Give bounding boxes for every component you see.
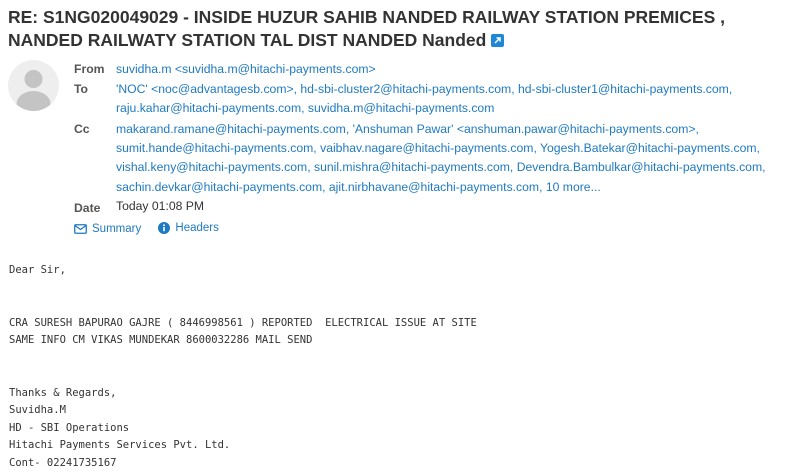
cc-recipient[interactable]: makarand.ramane@hitachi-payments.com, — [116, 122, 349, 136]
recipient[interactable]: 'NOC' <noc@advantagesb.com>, — [116, 82, 297, 96]
from-value: suvidha.m <suvidha.m@hitachi-payments.co… — [116, 60, 800, 79]
cc-recipient[interactable]: sunil.mishra@hitachi-payments.com, — [314, 160, 513, 174]
recipient[interactable]: hd-sbi-cluster1@hitachi-payments.com, — [518, 82, 732, 96]
summary-label: Summary — [92, 223, 142, 235]
cc-recipient[interactable]: vishal.keny@hitachi-payments.com, — [116, 160, 311, 174]
cc-recipient[interactable]: sumit.hande@hitachi-payments.com, — [116, 141, 317, 155]
cc-recipient[interactable]: ajit.nirbhavane@hitachi-payments.com, — [329, 180, 543, 194]
summary-link[interactable]: Summary — [74, 223, 141, 235]
cc-recipients: makarand.ramane@hitachi-payments.com, 'A… — [116, 120, 800, 197]
recipient[interactable]: hd-sbi-cluster2@hitachi-payments.com, — [300, 82, 514, 96]
date-label: Date — [74, 201, 101, 215]
cc-more-link[interactable]: 10 more... — [546, 180, 601, 194]
from-address[interactable]: suvidha.m <suvidha.m@hitachi-payments.co… — [116, 62, 376, 76]
headers-label: Headers — [175, 222, 219, 234]
info-icon — [158, 222, 171, 234]
envelope-icon — [74, 224, 87, 234]
cc-recipient[interactable]: 'Anshuman Pawar' <anshuman.pawar@hitachi… — [353, 122, 699, 136]
cc-label: Cc — [74, 122, 90, 136]
cc-recipient[interactable]: vaibhav.nagare@hitachi-payments.com, — [320, 141, 537, 155]
subject-text: RE: S1NG020049029 - INSIDE HUZUR SAHIB N… — [8, 7, 726, 50]
from-label: From — [74, 62, 105, 76]
cc-recipient[interactable]: sachin.devkar@hitachi-payments.com, — [116, 180, 326, 194]
recipient[interactable]: suvidha.m@hitachi-payments.com — [308, 101, 494, 115]
cc-recipient[interactable]: Yogesh.Batekar@hitachi-payments.com, — [540, 141, 760, 155]
date-value: Today 01:08 PM — [116, 199, 205, 213]
sender-avatar — [8, 60, 59, 111]
to-label: To — [74, 82, 88, 96]
to-recipients: 'NOC' <noc@advantagesb.com>, hd-sbi-clus… — [116, 80, 800, 118]
cc-recipient[interactable]: Devendra.Bambulkar@hitachi-payments.com, — [517, 160, 766, 174]
headers-link[interactable]: Headers — [158, 222, 219, 234]
header-links: Summary Headers — [74, 222, 233, 237]
recipient[interactable]: raju.kahar@hitachi-payments.com, — [116, 101, 305, 115]
message-subject: RE: S1NG020049029 - INSIDE HUZUR SAHIB N… — [8, 6, 798, 52]
open-in-new-window-icon[interactable] — [491, 34, 505, 47]
